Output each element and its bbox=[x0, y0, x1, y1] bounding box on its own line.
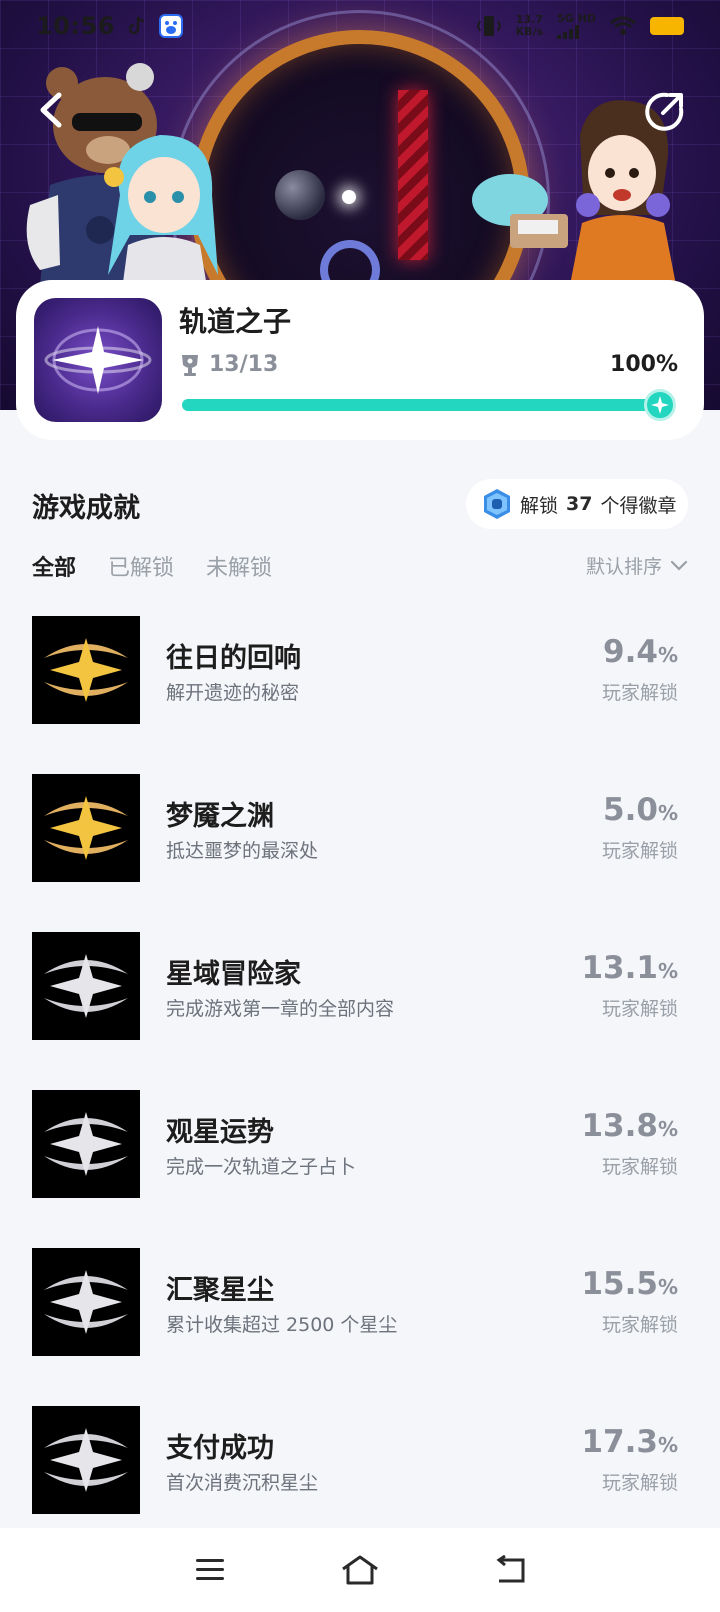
back-icon bbox=[496, 1555, 525, 1583]
achievement-unlock-rate: 9.4% bbox=[603, 634, 678, 670]
achievement-name: 汇聚星尘 bbox=[166, 1275, 274, 1306]
achievement-row[interactable]: 星域冒险家 完成游戏第一章的全部内容 13.1% 玩家解锁 bbox=[0, 932, 720, 1090]
achievement-rate-label: 玩家解锁 bbox=[601, 1156, 678, 1178]
sort-dropdown[interactable]: 默认排序 bbox=[586, 552, 688, 579]
baidu-icon bbox=[158, 14, 183, 38]
game-icon bbox=[34, 298, 162, 422]
wifi-icon bbox=[610, 16, 636, 35]
achievement-description: 完成游戏第一章的全部内容 bbox=[166, 998, 395, 1020]
achievement-name: 观星运势 bbox=[166, 1117, 274, 1148]
achievement-medal-icon bbox=[32, 1406, 140, 1514]
share-icon bbox=[645, 92, 684, 131]
achievement-unlock-rate: 13.1% bbox=[581, 950, 678, 986]
achievement-unlock-rate: 17.3% bbox=[581, 1424, 678, 1460]
home-button[interactable] bbox=[340, 1550, 380, 1590]
tab-unlocked[interactable]: 已解锁 bbox=[108, 550, 174, 582]
achievement-row[interactable]: 梦魇之渊 抵达噩梦的最深处 5.0% 玩家解锁 bbox=[0, 774, 720, 932]
signal-icon bbox=[557, 25, 580, 39]
back-button[interactable] bbox=[30, 88, 70, 132]
net-speed: 13.7 KB/s bbox=[515, 13, 544, 38]
achievement-row[interactable]: 汇聚星尘 累计收集超过 2500 个星尘 15.5% 玩家解锁 bbox=[0, 1248, 720, 1406]
achievement-name: 梦魇之渊 bbox=[166, 801, 274, 832]
achievement-unlock-rate: 13.8% bbox=[581, 1108, 678, 1144]
achievement-row[interactable]: 往日的回响 解开遗迹的秘密 9.4% 玩家解锁 bbox=[0, 616, 720, 774]
status-bar: 10:56 13.7 KB/s 5G HD bbox=[0, 0, 720, 52]
achievement-rate-label: 玩家解锁 bbox=[601, 1314, 678, 1336]
trophy-count: 13/13 bbox=[179, 352, 278, 377]
achievement-description: 首次消费沉积星尘 bbox=[166, 1472, 319, 1494]
achievement-description: 抵达噩梦的最深处 bbox=[166, 840, 319, 862]
achievement-description: 完成一次轨道之子占卜 bbox=[166, 1156, 357, 1178]
badge-icon bbox=[484, 489, 510, 519]
status-time: 10:56 bbox=[36, 12, 115, 40]
achievement-description: 解开遗迹的秘密 bbox=[166, 682, 300, 704]
battery-icon bbox=[650, 17, 684, 35]
back-nav-button[interactable] bbox=[490, 1550, 530, 1590]
game-title: 轨道之子 bbox=[179, 305, 292, 338]
chevron-left-icon bbox=[40, 92, 62, 128]
achievement-name: 星域冒险家 bbox=[166, 959, 301, 990]
menu-button[interactable] bbox=[190, 1550, 230, 1590]
achievement-list: 往日的回响 解开遗迹的秘密 9.4% 玩家解锁 梦魇之渊 抵达噩梦的最深处 5.… bbox=[0, 616, 720, 1564]
achievement-filter-tabs: 全部 已解锁 未解锁 bbox=[32, 550, 272, 582]
achievement-rate-label: 玩家解锁 bbox=[601, 682, 678, 704]
tiktok-icon bbox=[128, 16, 144, 35]
tab-all[interactable]: 全部 bbox=[32, 550, 76, 582]
achievement-medal-icon bbox=[32, 774, 140, 882]
badge-unlock-chip[interactable]: 解锁 37 个得徽章 bbox=[466, 479, 688, 529]
chevron-down-icon bbox=[670, 560, 688, 571]
achievement-medal-icon bbox=[32, 1090, 140, 1198]
achievement-unlock-rate: 5.0% bbox=[603, 792, 678, 828]
achievement-rate-label: 玩家解锁 bbox=[601, 998, 678, 1020]
menu-icon bbox=[196, 1559, 224, 1580]
robot-illustration bbox=[472, 174, 568, 248]
girl-character-illustration bbox=[104, 135, 218, 305]
trophy-icon bbox=[182, 354, 198, 376]
progress-star-icon bbox=[644, 389, 676, 421]
home-icon bbox=[342, 1555, 378, 1585]
share-button[interactable] bbox=[644, 90, 686, 132]
network-type: 5G HD bbox=[557, 13, 596, 39]
completion-progress-bar bbox=[182, 399, 672, 411]
achievement-medal-icon bbox=[32, 616, 140, 724]
achievement-description: 累计收集超过 2500 个星尘 bbox=[166, 1314, 398, 1336]
system-nav-bar bbox=[0, 1528, 720, 1612]
game-info-card: 轨道之子 13/13 100% bbox=[16, 280, 704, 440]
achievements-title: 游戏成就 bbox=[32, 493, 140, 524]
achievement-medal-icon bbox=[32, 932, 140, 1040]
completion-percent: 100% bbox=[610, 352, 678, 377]
vibrate-icon bbox=[476, 16, 501, 36]
achievement-rate-label: 玩家解锁 bbox=[601, 840, 678, 862]
achievement-name: 往日的回响 bbox=[166, 643, 301, 674]
achievement-rate-label: 玩家解锁 bbox=[601, 1472, 678, 1494]
achievement-name: 支付成功 bbox=[166, 1433, 274, 1464]
tab-locked[interactable]: 未解锁 bbox=[206, 550, 272, 582]
achievement-medal-icon bbox=[32, 1248, 140, 1356]
achievement-row[interactable]: 观星运势 完成一次轨道之子占卜 13.8% 玩家解锁 bbox=[0, 1090, 720, 1248]
achievement-unlock-rate: 15.5% bbox=[581, 1266, 678, 1302]
